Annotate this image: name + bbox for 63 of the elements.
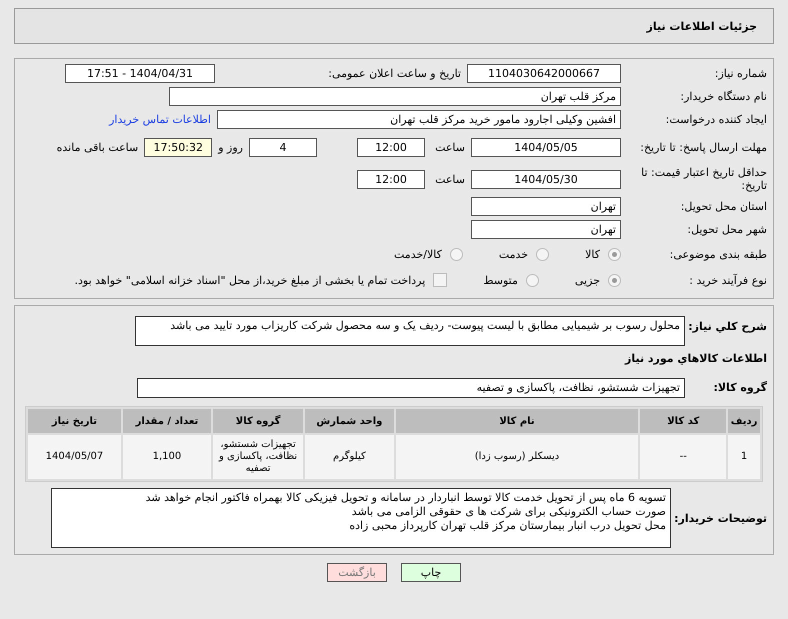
deadline-date-field: 1404/05/05 — [471, 138, 621, 156]
buyer-org-field: مرکز قلب تهران — [169, 87, 621, 106]
radio-button[interactable] — [608, 248, 621, 260]
buyer-notes-field: تسویه 6 ماه پس از تحویل خدمت کالا توسط انباردار در سامانه و تحویل فیزیکی کالا بهمراه فاکتور انجام خواهد شد صورت حساب الکترونیکی برای شرکت ها ی حقوقی الزامی می باشد محل تحویل درب انبار بیمارستان مرکز قلب تهران کارپرداز محبی زاده — [51, 488, 671, 548]
section-title: اطلاعات کالاهاي مورد نياز — [625, 352, 767, 365]
field-label: گروه کالا: — [712, 381, 767, 394]
table-cell: 1,100 — [122, 435, 211, 479]
option-label: متوسط — [483, 274, 518, 286]
radio-button[interactable] — [608, 274, 621, 286]
treasury-text: پرداخت تمام یا بخشی از مبلغ خرید،از محل "اسناد خزانه اسلامی" خواهد بود. — [74, 274, 426, 286]
option-label: کالا/خدمت — [394, 248, 442, 260]
table-cell: -- — [640, 435, 726, 479]
need-number-field: 1104030642000667 — [467, 64, 621, 83]
option-label: کالا — [585, 248, 600, 260]
table-cell: 1404/05/07 — [28, 435, 121, 479]
remaining-time-field: 17:50:32 — [144, 138, 212, 156]
time-label: ساعت — [434, 140, 465, 154]
validity-date-field: 1404/05/30 — [471, 170, 621, 188]
field-label: شهر محل تحویل: — [686, 223, 767, 236]
option-label: خدمت — [498, 248, 528, 260]
field-label: طبقه بندی موضوعی: — [668, 248, 767, 260]
field-label: توضیحات خریدار: — [677, 512, 767, 524]
city-field: تهران — [471, 220, 621, 239]
field-label: ایجاد کننده درخواست: — [664, 113, 767, 126]
field-label: نام دستگاه خریدار: — [679, 90, 767, 103]
column-header: کد کالا — [640, 409, 726, 433]
field-label: شرح کلي نياز: — [691, 320, 767, 333]
table-cell: دیسکلر (رسوب زدا) — [396, 435, 638, 479]
checkbox[interactable] — [433, 273, 448, 287]
goods-group-field: تجهیزات شستشو، نظافت، پاکسازی و تصفیه — [137, 378, 685, 398]
back-button[interactable]: بازگشت — [327, 563, 387, 582]
column-header: تعداد / مقدار — [122, 409, 211, 433]
table-cell: 1 — [728, 435, 760, 479]
radio-button[interactable] — [536, 248, 550, 260]
column-header: گروه کالا — [212, 409, 304, 433]
field-label: تاریخ و ساعت اعلان عمومی: — [327, 67, 461, 80]
column-header: ردیف — [728, 409, 760, 433]
table-cell: تجهیزات شستشو، نظافت، پاکسازی و تصفیه — [212, 435, 304, 479]
province-field: تهران — [471, 197, 621, 216]
field-label: نوع فرآیند خرید : — [688, 274, 767, 286]
field-label: شماره نیاز: — [714, 67, 767, 80]
announce-date-field: 1404/04/31 - 17:51 — [65, 64, 215, 83]
validity-time-field: 12:00 — [357, 170, 425, 188]
field-label: حداقل تاریخ اعتبار قیمت: تا تاریخ: — [640, 166, 767, 192]
days-label: روز و — [218, 140, 243, 154]
column-header: واحد شمارش — [305, 409, 394, 433]
field-label: مهلت ارسال پاسخ: تا تاریخ: — [639, 140, 767, 154]
table-cell: کیلوگرم — [305, 435, 394, 479]
description-field: محلول رسوب بر شیمیایی مطابق با لیست پیوست- ردیف یک و سه محصول شرکت کاریزاب مورد تایید می باشد — [135, 316, 685, 346]
radio-button[interactable] — [526, 274, 539, 286]
field-label: استان محل تحویل: — [680, 200, 767, 213]
print-button[interactable]: چاپ — [401, 563, 461, 582]
column-header: تاریخ نیاز — [28, 409, 121, 433]
time-label: ساعت — [434, 172, 465, 186]
radio-button[interactable] — [450, 248, 463, 260]
option-label: جزیی — [574, 274, 600, 286]
page-title: جزئیات اطلاعات نیاز — [14, 8, 774, 44]
requester-field: افشین وکیلی اجارود مامور خرید مرکز قلب تهران — [217, 110, 621, 129]
column-header: نام کالا — [396, 409, 638, 433]
days-field: 4 — [249, 138, 317, 156]
contact-link[interactable]: اطلاعات تماس خریدار — [109, 113, 211, 126]
remaining-label: ساعت باقی مانده — [56, 140, 138, 154]
deadline-time-field: 12:00 — [357, 138, 425, 156]
